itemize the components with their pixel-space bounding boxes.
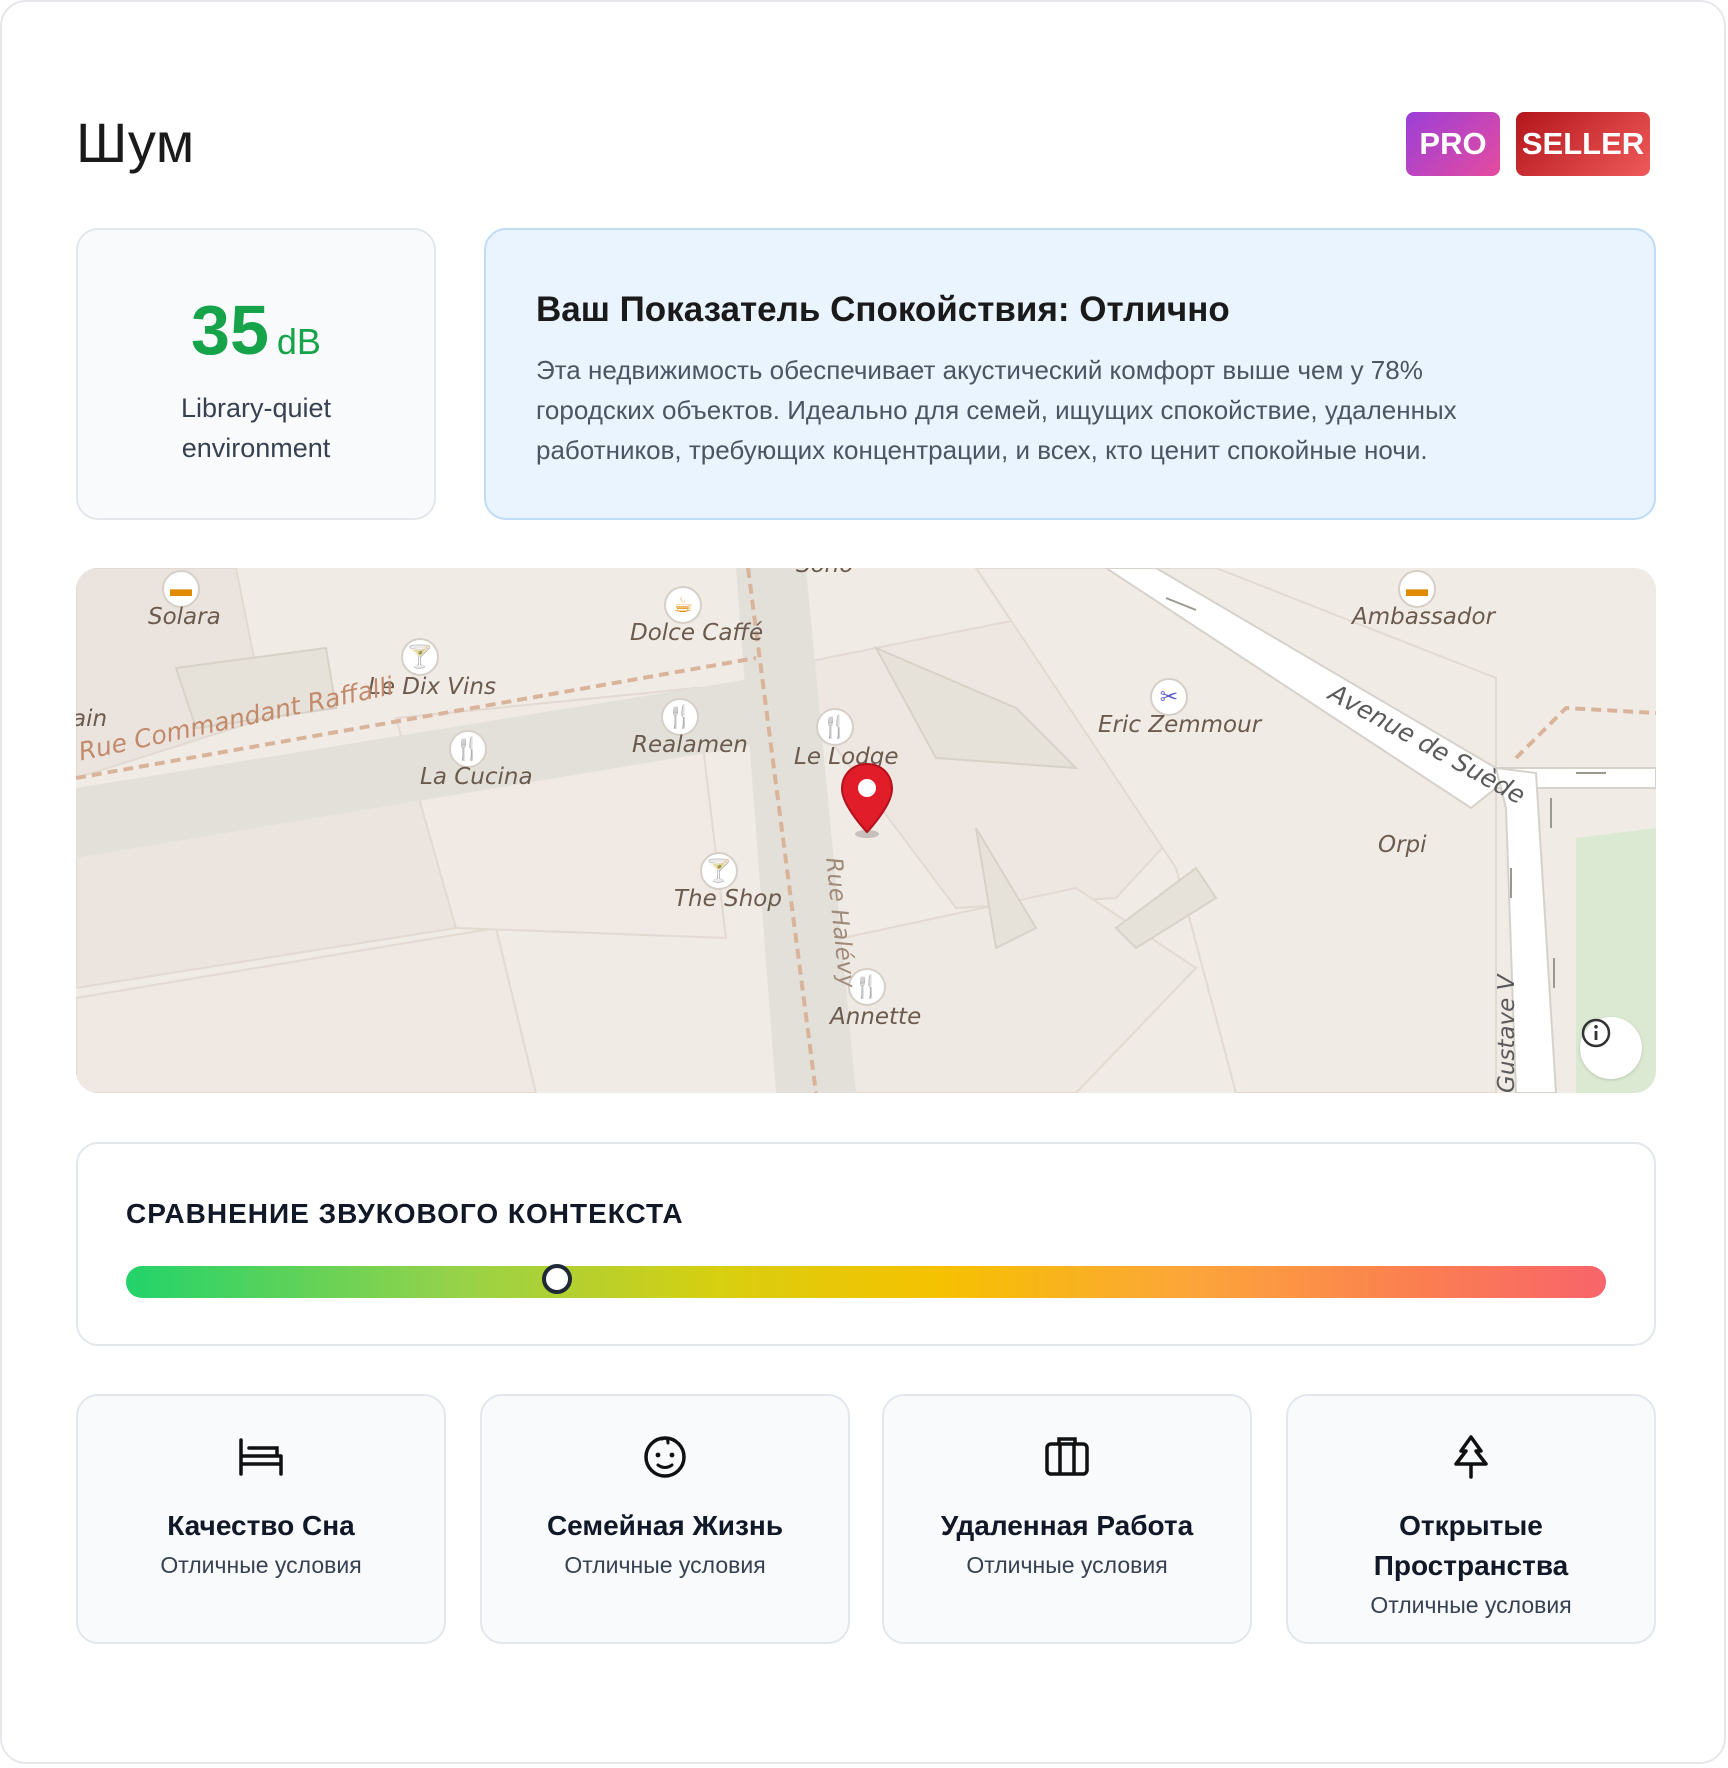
peace-score-text: Эта недвижимость обеспечивает акустическ…	[536, 355, 1457, 465]
noise-panel: Шум PRO SELLER 35 dB Library-quiet enviro…	[0, 0, 1726, 1764]
restaurant-icon[interactable]: 🍴	[661, 698, 699, 736]
map-label-eric-zemmour[interactable]: Eric Zemmour	[1098, 712, 1261, 738]
map-label-ambassador[interactable]: Ambassador	[1352, 604, 1495, 630]
peace-score-title: Ваш Показатель Спокойствия: Отлично	[536, 290, 1230, 329]
feature-title: Качество Сна	[167, 1510, 355, 1541]
info-icon	[1581, 1018, 1611, 1048]
restaurant-icon[interactable]: 🍴	[816, 708, 854, 746]
noise-db-number: 35	[191, 291, 269, 369]
noise-description: Library-quiet environment	[180, 393, 332, 463]
feature-subtitle: Отличные условия	[564, 1552, 766, 1578]
feature-subtitle: Отличные условия	[1370, 1592, 1572, 1618]
feature-subtitle: Отличные условия	[160, 1552, 362, 1578]
page-title: Шум	[76, 111, 195, 174]
map-label-realamen[interactable]: Realamen	[632, 732, 748, 758]
bed-icon	[239, 1438, 283, 1476]
map-label-edge: ain	[76, 706, 108, 732]
badge-group: PRO SELLER	[1406, 112, 1650, 176]
feature-card-open-spaces: Открытые Пространства Отличные условия	[1286, 1394, 1656, 1644]
map-label-la-cucina[interactable]: La Cucina	[420, 764, 533, 790]
street-label-gustave: Gustave V	[1494, 974, 1520, 1093]
feature-card-family: Семейная Жизнь Отличные условия	[480, 1394, 850, 1644]
map-info-button[interactable]	[1580, 1017, 1642, 1079]
location-pin-icon[interactable]	[838, 762, 896, 840]
feature-title: Удаленная Работа	[940, 1510, 1194, 1541]
cocktail-icon[interactable]: 🍸	[401, 638, 439, 676]
hotel-icon[interactable]: ▬	[162, 570, 200, 608]
restaurant-icon[interactable]: 🍴	[449, 730, 487, 768]
noise-db-unit: dB	[276, 321, 321, 362]
briefcase-icon	[1045, 1437, 1089, 1476]
hotel-icon[interactable]: ▬	[1398, 570, 1436, 608]
map-label-solara[interactable]: Solara	[148, 604, 221, 630]
sound-comparison-title: СРАВНЕНИЕ ЗВУКОВОГО КОНТЕКСТА	[126, 1198, 684, 1229]
cocktail-icon[interactable]: 🍸	[700, 852, 738, 890]
noise-scale-bar	[126, 1264, 1606, 1298]
pro-badge: PRO	[1406, 112, 1500, 176]
feature-card-sleep: Качество Сна Отличные условия	[76, 1394, 446, 1644]
map-label-annette[interactable]: Annette	[830, 1004, 921, 1030]
cafe-icon[interactable]: ☕	[664, 586, 702, 624]
noise-scale-marker	[541, 1264, 572, 1294]
feature-subtitle: Отличные условия	[966, 1552, 1168, 1578]
feature-card-remote-work: Удаленная Работа Отличные условия	[882, 1394, 1252, 1644]
sound-comparison-card: СРАВНЕНИЕ ЗВУКОВОГО КОНТЕКСТА	[76, 1142, 1656, 1346]
seller-badge: SELLER	[1516, 112, 1650, 176]
map-label-soho: Soho	[796, 568, 853, 578]
map-label-the-shop[interactable]: The Shop	[674, 886, 782, 912]
noise-level-value: 35 dB	[78, 290, 434, 370]
scissors-icon[interactable]: ✂	[1150, 678, 1188, 716]
peace-score-card: Ваш Показатель Спокойствия: Отлично Эта …	[484, 228, 1656, 520]
map-label-dolce-caffe[interactable]: Dolce Caffé	[630, 620, 763, 646]
map-label-orpi[interactable]: Orpi	[1378, 832, 1427, 858]
noise-level-card: 35 dB Library-quiet environment	[76, 228, 436, 520]
feature-title: Семейная Жизнь	[546, 1510, 784, 1541]
location-map[interactable]: ain Soho ▬ Solara 🍸 Le Dix Vins ☕ Dolce …	[76, 568, 1656, 1093]
tree-icon	[1454, 1435, 1488, 1479]
baby-face-icon	[644, 1436, 686, 1478]
feature-title: Открытые Пространства	[1373, 1510, 1569, 1581]
